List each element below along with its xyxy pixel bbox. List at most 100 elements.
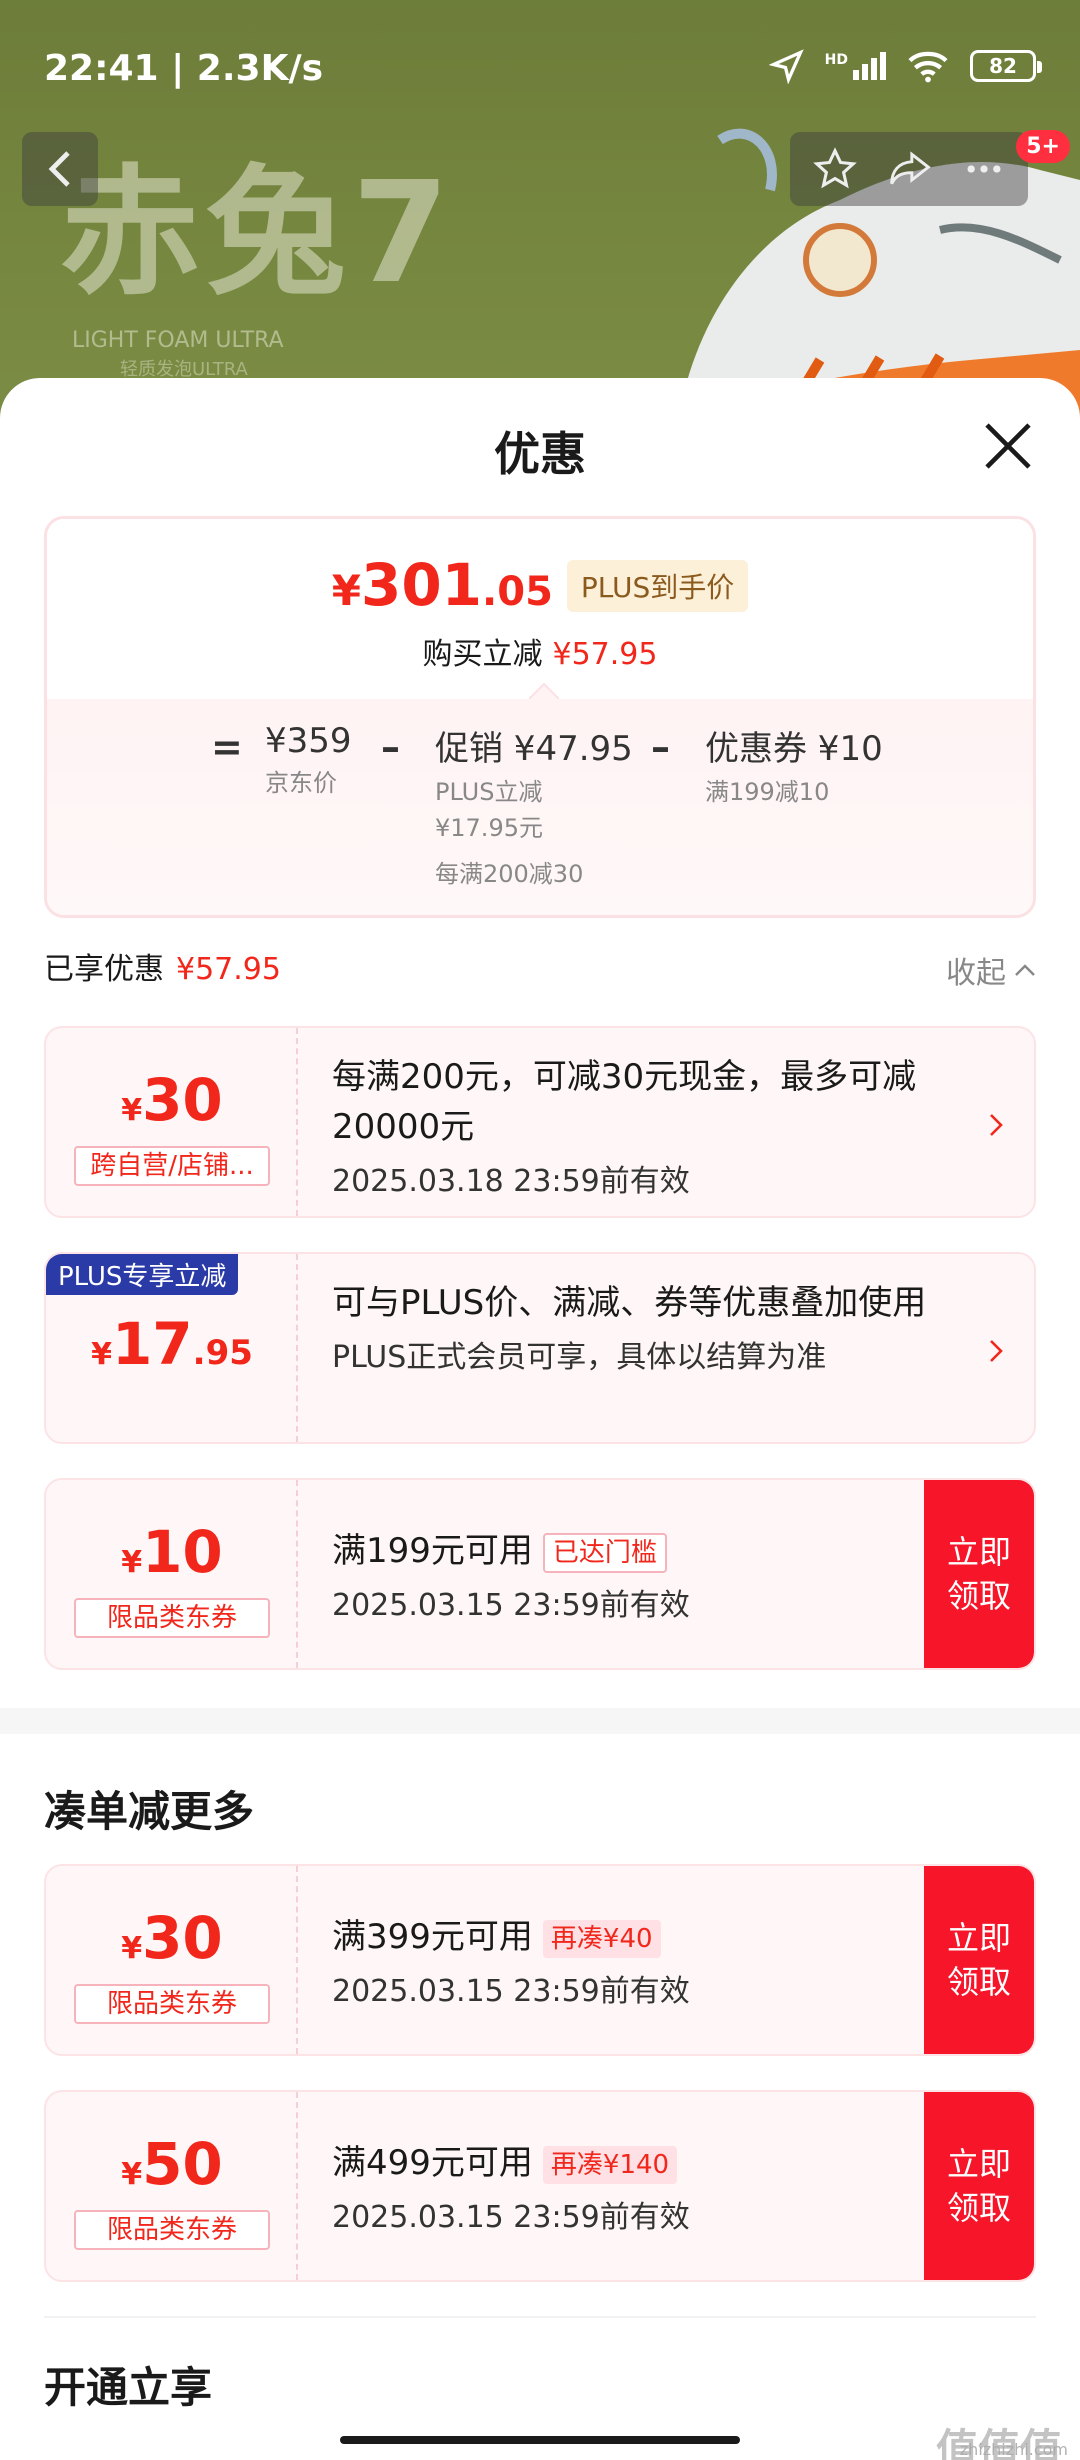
star-icon[interactable] bbox=[812, 146, 858, 192]
applied-label: 已享优惠 bbox=[44, 952, 164, 987]
coupon-card-10: ¥10 限品类东券 满199元可用 已达门槛 2025.03.15 23:59前有… bbox=[44, 1478, 1036, 1670]
cellular-signal-icon: HD bbox=[825, 52, 886, 80]
hero-title: 赤兔7 bbox=[60, 152, 456, 315]
collapse-label: 收起 bbox=[946, 956, 1006, 991]
wifi-icon bbox=[908, 51, 948, 83]
status-time: 22:41 | 2.3K/s bbox=[44, 48, 324, 89]
card-amount-yen: ¥ bbox=[91, 1337, 112, 1372]
claim-label: 立即领取 bbox=[946, 1533, 1011, 1615]
card-amount: ¥50 bbox=[46, 2130, 298, 2198]
card-scope-tag: 限品类东券 bbox=[74, 2210, 270, 2250]
section-divider bbox=[0, 1708, 1080, 1734]
card-description: 可与PLUS价、满减、券等优惠叠加使用 bbox=[332, 1283, 927, 1323]
card-amount: ¥10 bbox=[46, 1518, 298, 1586]
promo-col: 促销 ¥47.95 PLUS立减 ¥17.95元 每满200减30 bbox=[435, 721, 633, 892]
jd-price-col: ¥359 京东价 bbox=[265, 721, 352, 801]
card-amount-value: 30 bbox=[142, 1904, 223, 1972]
card-amount-area: ¥10 限品类东券 bbox=[46, 1480, 298, 1668]
chevron-right-icon bbox=[990, 1114, 1003, 1136]
back-button[interactable] bbox=[22, 132, 98, 206]
battery-icon: 82 bbox=[970, 50, 1042, 82]
applied-discounts: 已享优惠 ¥57.95 bbox=[44, 944, 281, 988]
share-icon[interactable] bbox=[886, 147, 934, 191]
claim-label: 立即领取 bbox=[946, 1919, 1011, 2001]
promotion-sheet: 优惠 ¥301.05 PLUS到手价 购买立减 ¥57.95 = ¥359 京东价 bbox=[0, 378, 1080, 2460]
card-body: 每满200元，可减30元现金，最多可减20000元 2025.03.18 23:… bbox=[332, 1052, 932, 1200]
status-bar: 22:41 | 2.3K/s HD 82 bbox=[0, 0, 1080, 130]
claim-coupon-button[interactable]: 立即领取 bbox=[924, 1866, 1034, 2054]
instant-discount-value: ¥57.95 bbox=[552, 637, 658, 672]
open-membership-title: 开通立享 bbox=[44, 2363, 213, 2412]
collapse-toggle[interactable]: 收起 bbox=[946, 948, 1036, 992]
claim-label: 立即领取 bbox=[946, 2145, 1011, 2227]
breakdown-pointer bbox=[529, 683, 559, 699]
final-price: ¥301.05 bbox=[332, 551, 553, 619]
card-condition-text: 满199元可用 bbox=[332, 1531, 533, 1571]
card-condition-text: 满499元可用 bbox=[332, 2143, 533, 2183]
sheet-title: 优惠 bbox=[494, 427, 586, 481]
separator-line bbox=[44, 2316, 1036, 2318]
card-scope-tag: 限品类东券 bbox=[74, 1984, 270, 2024]
claim-coupon-button[interactable]: 立即领取 bbox=[924, 2092, 1034, 2280]
final-price-row: ¥301.05 PLUS到手价 bbox=[47, 551, 1033, 620]
promo-threshold-label: 每满200减30 bbox=[435, 860, 584, 888]
price-summary: ¥301.05 PLUS到手价 购买立减 ¥57.95 = ¥359 京东价 – … bbox=[44, 516, 1036, 918]
plus-price-tag: PLUS到手价 bbox=[566, 560, 749, 612]
card-amount-area: ¥17.95 bbox=[46, 1254, 298, 1442]
card-condition: 满399元可用 再凑¥40 bbox=[332, 1912, 932, 1962]
card-validity: 2025.03.15 23:59前有效 bbox=[332, 1974, 690, 2009]
home-indicator[interactable] bbox=[340, 2436, 740, 2444]
coupon-value: 优惠券 ¥10 bbox=[705, 729, 883, 769]
instant-discount-row: 购买立减 ¥57.95 bbox=[47, 629, 1033, 673]
minus-sign-2: – bbox=[651, 725, 670, 769]
location-arrow-icon bbox=[768, 49, 804, 84]
card-amount-yen: ¥ bbox=[121, 1545, 143, 1580]
card-amount-value: 10 bbox=[142, 1518, 223, 1586]
claim-coupon-button[interactable]: 立即领取 bbox=[924, 1480, 1034, 1668]
card-amount-area: ¥30 跨自营/店铺... bbox=[46, 1028, 298, 1216]
promo-details: PLUS立减 ¥17.95元 每满200减30 bbox=[435, 774, 633, 892]
more-icon[interactable] bbox=[962, 147, 1006, 191]
card-validity: 2025.03.15 23:59前有效 bbox=[332, 1588, 690, 1623]
instant-discount-label: 购买立减 bbox=[422, 637, 543, 672]
applied-value: ¥57.95 bbox=[176, 952, 281, 987]
message-badge: 5+ bbox=[1016, 130, 1070, 163]
coupon-card-50: ¥50 限品类东券 满499元可用 再凑¥140 2025.03.15 23:59… bbox=[44, 2090, 1036, 2282]
promo-plus-label: PLUS立减 bbox=[435, 778, 543, 806]
card-body: 满199元可用 已达门槛 2025.03.15 23:59前有效 bbox=[332, 1526, 932, 1624]
card-body: 可与PLUS价、满减、券等优惠叠加使用 PLUS正式会员可享，具体以结算为准 bbox=[332, 1278, 932, 1376]
card-amount-yen: ¥ bbox=[121, 1931, 143, 1966]
card-validity: PLUS正式会员可享，具体以结算为准 bbox=[332, 1340, 827, 1375]
card-condition: 满199元可用 已达门槛 bbox=[332, 1526, 932, 1576]
card-amount: ¥30 bbox=[46, 1066, 298, 1134]
card-validity: 2025.03.15 23:59前有效 bbox=[332, 2200, 690, 2235]
price-breakdown: = ¥359 京东价 – 促销 ¥47.95 PLUS立减 ¥17.95元 每满… bbox=[47, 683, 1033, 915]
final-price-int: 301 bbox=[360, 551, 483, 619]
promotion-card-full-reduction[interactable]: ¥30 跨自营/店铺... 每满200元，可减30元现金，最多可减20000元 … bbox=[44, 1026, 1036, 1218]
final-price-decimal: .05 bbox=[482, 569, 553, 615]
final-price-yen: ¥ bbox=[331, 566, 361, 615]
jd-price-value: ¥359 bbox=[265, 721, 352, 761]
close-icon[interactable] bbox=[980, 418, 1036, 474]
card-body: 满399元可用 再凑¥40 2025.03.15 23:59前有效 bbox=[332, 1912, 932, 2010]
minus-sign-1: – bbox=[381, 725, 400, 769]
card-amount-yen: ¥ bbox=[121, 1093, 143, 1128]
card-validity: 2025.03.18 23:59前有效 bbox=[332, 1164, 690, 1199]
add-more-badge: 再凑¥40 bbox=[542, 1919, 661, 1958]
card-amount-value: 50 bbox=[142, 2130, 223, 2198]
card-amount: ¥30 bbox=[46, 1904, 298, 1972]
card-scope-tag: 限品类东券 bbox=[74, 1598, 270, 1638]
promotion-card-plus[interactable]: PLUS专享立减 ¥17.95 可与PLUS价、满减、券等优惠叠加使用 PLUS… bbox=[44, 1252, 1036, 1444]
network-type-label: HD bbox=[824, 52, 848, 68]
card-scope-tag: 跨自营/店铺... bbox=[74, 1146, 270, 1186]
watermark-url: zhizhizhi.com bbox=[959, 2440, 1068, 2459]
card-amount: ¥17.95 bbox=[46, 1310, 298, 1378]
promo-value: 促销 ¥47.95 bbox=[435, 729, 633, 769]
chevron-right-icon bbox=[990, 1340, 1003, 1362]
card-amount-area: ¥30 限品类东券 bbox=[46, 1866, 298, 2054]
coupon-col: 优惠券 ¥10 满199减10 bbox=[705, 721, 883, 810]
coupon-label: 满199减10 bbox=[705, 778, 830, 806]
price-formula: = ¥359 京东价 – 促销 ¥47.95 PLUS立减 ¥17.95元 每满… bbox=[47, 719, 1033, 909]
card-amount-yen: ¥ bbox=[121, 2157, 143, 2192]
promo-plus-value: ¥17.95元 bbox=[435, 814, 543, 842]
